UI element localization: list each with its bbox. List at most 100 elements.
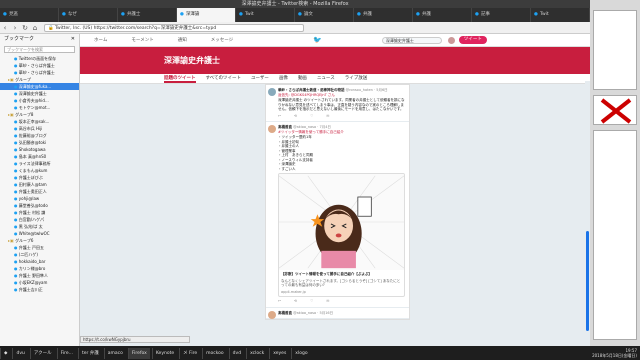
bookmark-item[interactable]: ● 白宮勤/ハゲパ [0,216,79,223]
nav-notifications[interactable]: 通知 [178,37,187,43]
bookmark-item[interactable]: ● 藤堂善弘@todo [0,202,79,209]
browser-tab[interactable]: ● Twit [531,8,590,22]
bookmark-item[interactable]: ● Twitterの画面を保存 [0,55,79,62]
browser-tab[interactable]: ● 記事 [472,8,531,22]
avatar[interactable] [447,36,455,44]
browser-tab[interactable]: ● 弁護士 [118,8,177,22]
bookmark-item[interactable]: ● 黒 弘兆/ぱ 太 [0,223,79,230]
forward-icon[interactable]: › [10,24,20,32]
bookmark-item[interactable]: ● 坂本正幸@sak... [0,118,79,125]
nav-home[interactable]: ホーム [94,37,107,43]
tweet-card[interactable]: 髙橋善直 @akioo_naso · 5月16日 [266,308,409,319]
bookmark-item[interactable]: ● 小倉秀夫@hid... [0,97,79,104]
bookmark-item[interactable]: ● 島本 真@hnS0 [0,153,79,160]
taskbar-item[interactable]: xlogo [291,347,310,359]
bookmark-item[interactable]: ● (二匹ハゲ) [0,251,79,258]
search-tab[interactable]: 動画 [298,74,307,83]
back-icon[interactable]: ‹ [0,24,10,32]
nav-messages[interactable]: メッセージ [211,37,233,43]
taskbar-item[interactable]: mockoo [202,347,227,359]
tweet-reply-to[interactable]: 返信先: @DGKS4PQHRQEJnT さん [278,93,405,98]
bookmark-item[interactable]: ● 華紗・さらば弁護士 [0,69,79,76]
url-bar[interactable]: 🔒 Twitter, Inc. (US) https://twitter.com… [44,23,304,32]
taskbar-item[interactable]: Keynote [151,347,177,359]
browser-tab[interactable]: ● Twit [236,8,295,22]
bookmark-label: 佐藤裕@ブログ [18,133,47,138]
bookmark-item[interactable]: ● 高谷市兵 Hiji [0,125,79,132]
tweet-card[interactable]: 髙橋善直 @akioo_naso · 7月4日 #ツイッター情報を使って勝手に自… [266,122,409,308]
taskbar-item[interactable]: xclock [246,347,267,359]
taskbar-item[interactable]: Firefox [127,347,150,359]
bookmark-item[interactable]: ● Shokotogawa [0,146,79,153]
bookmark-folder[interactable]: ▸▣ グループ [0,76,79,83]
bookmark-item[interactable]: ● hokkaido_bar [0,258,79,265]
home-icon[interactable]: ⌂ [30,24,40,32]
taskbar-item[interactable]: xeyes [269,347,289,359]
tweet-author[interactable]: 髙橋善直 [278,125,292,129]
taskbar-item[interactable]: amaco [103,347,126,359]
tweet-actions[interactable]: ↩ ⟲ ♡ ✉ [278,114,405,119]
search-tab[interactable]: 画像 [279,74,288,83]
taskbar-item[interactable]: dvd [228,347,244,359]
side-window[interactable] [593,10,637,90]
reload-icon[interactable]: ↻ [20,24,30,32]
tweet-author[interactable]: 華紗・さらば弁護士鉄道・泥棒神社の物語 [278,88,345,92]
taskbar-item[interactable]: dvu [12,347,27,359]
twitter-search-input[interactable]: 深澤諭史弁護士 [381,36,442,44]
taskbar-clock[interactable]: 19:57 2018年5月18日(金曜日) [592,348,640,358]
bookmark-item[interactable]: ● yohji@law [0,195,79,202]
tweet-avatar[interactable] [268,310,276,319]
bookmark-item[interactable]: ● モトケン@mot... [0,104,79,111]
bookmark-item[interactable]: ● 弁護士奥田正人 [0,188,79,195]
close-icon[interactable]: ✕ [71,34,75,44]
browser-tab[interactable]: ● 弁護 [413,8,472,22]
bookmark-item[interactable]: ● 弁護士 村松 謙 [0,209,79,216]
xeyes-window[interactable] [593,95,637,125]
browser-tab[interactable]: ● 論文 [295,8,354,22]
tweet-hashtag[interactable]: #ツイッター情報を使って勝手に自己紹介 [278,130,405,135]
taskbar-item[interactable]: ter 弁護 [77,347,102,359]
bookmark-item[interactable]: ● 深澤諭史弁護士 [0,90,79,97]
bookmark-search-input[interactable]: ブックマークを検索 [4,46,75,53]
bookmark-item[interactable]: ● 深澤諭史@fuka... [0,83,79,90]
bookmark-item[interactable]: ● くまもん@kum [0,167,79,174]
taskbar-item[interactable]: Fire... [56,347,76,359]
tweet-avatar[interactable] [268,88,276,96]
search-tab[interactable]: ユーザー [251,74,269,83]
tweet-button[interactable]: ツイート [458,36,487,44]
search-tab[interactable]: ライブ放送 [345,74,368,83]
nav-moments[interactable]: モーメント [131,37,153,43]
taskbar-item[interactable]: メ Fire [179,347,200,359]
tweet-avatar[interactable] [268,125,276,133]
bookmark-item[interactable]: ● 弘田勝彦@toki [0,139,79,146]
tweet-actions[interactable]: ↩ ⟲ ♡ ✉ [278,299,405,304]
bookmark-item[interactable]: ● 田村康人@tam [0,181,79,188]
bookmark-folder[interactable]: ▸▣ グループ6 [0,237,79,244]
bookmark-item[interactable]: ● 弁護士 戸田五 [0,244,79,251]
browser-tab[interactable]: ● 弁護 [354,8,413,22]
bookmark-item[interactable]: ● カリン様@bro [0,265,79,272]
search-tab[interactable]: すべてのツイート [206,74,242,83]
tweet-card[interactable]: 華紗・さらば弁護士鉄道・泥棒神社の物語 @ronsou_hoten · 5月6日… [266,85,409,122]
bookmark-item[interactable]: ● 華紗・さらば弁護士 [0,62,79,69]
bookmark-item[interactable]: ● ライス法律事務所 [0,160,79,167]
bookmark-item[interactable]: ● 弁護士吉川正 [0,286,79,293]
taskbar-item[interactable]: アクール [29,347,55,359]
tweet-author[interactable]: 髙橋善直 [278,311,292,315]
bookmark-item[interactable]: ● 弁護士ぼびぶ [0,174,79,181]
bookmark-item[interactable]: ● White@twlwOC [0,230,79,237]
side-list-window[interactable] [593,130,637,340]
search-tab[interactable]: 話題のツイート [164,74,196,83]
browser-tab[interactable]: ● なぜ [59,8,118,22]
bookmark-folder[interactable]: ▸▣ グループ8 [0,111,79,118]
link-card[interactable]: 【診断】ツイート情報を使って勝手に自己紹介【ぷよぷ】 なんとなくシェアツイートさ… [278,173,405,297]
twitter-bird-icon[interactable]: 🐦 [313,36,322,44]
bookmark-item[interactable]: ● 佐藤裕@ブログ [0,132,79,139]
start-menu-icon[interactable]: ◆ [0,347,10,359]
scrollbar-thumb[interactable] [586,231,589,331]
bookmark-item[interactable]: ● 弁護士 野田隼人 [0,272,79,279]
bookmark-item[interactable]: ● 小坂EKZ@yam [0,279,79,286]
browser-tab[interactable]: ● 見逃 [0,8,59,22]
browser-tab[interactable]: ● 深澤諭 [177,8,236,22]
search-tab[interactable]: ニュース [317,74,335,83]
